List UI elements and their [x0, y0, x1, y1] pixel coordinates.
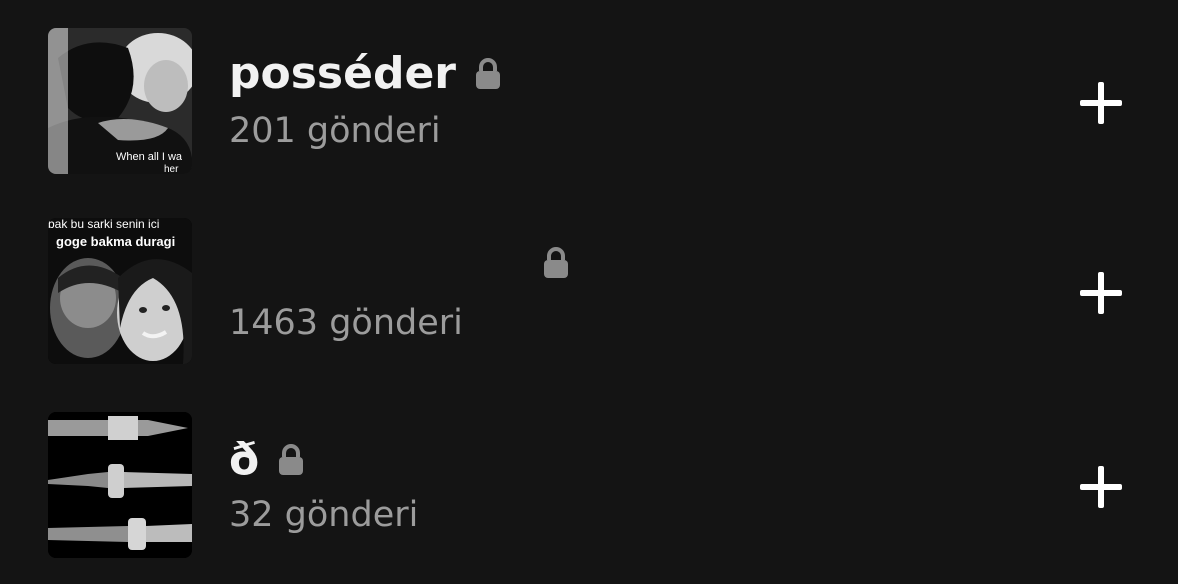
- add-button[interactable]: [1078, 464, 1124, 510]
- collection-thumbnail: [48, 412, 192, 558]
- collection-post-count: 32 gönderi: [229, 495, 419, 535]
- collection-thumbnail: bak bu sarki senin ici goge bakma duragi: [48, 218, 192, 364]
- lock-icon: [277, 443, 305, 477]
- collections-list: When all I wa her posséder 201 gönderi b…: [0, 0, 1178, 584]
- lock-icon: [542, 246, 570, 280]
- plus-icon: [1080, 466, 1122, 508]
- thumbnail-caption-2: her: [164, 164, 179, 174]
- thumbnail-caption: When all I wa: [116, 151, 183, 163]
- plus-icon: [1080, 82, 1122, 124]
- collection-title-line: posséder: [229, 52, 502, 96]
- thumbnail-caption-2: goge bakma duragi: [56, 234, 175, 249]
- thumbnail-caption: bak bu sarki senin ici: [48, 218, 159, 231]
- lock-icon: [474, 57, 502, 91]
- collection-thumbnail: When all I wa her: [48, 28, 192, 174]
- add-button[interactable]: [1078, 270, 1124, 316]
- collection-title-line: ð: [229, 438, 305, 482]
- collection-post-count: 201 gönderi: [229, 111, 441, 151]
- collection-title-line: [524, 246, 570, 280]
- collection-row[interactable]: When all I wa her posséder 201 gönderi: [0, 28, 1178, 178]
- collection-title: ð: [229, 434, 260, 485]
- collection-row[interactable]: bak bu sarki senin ici goge bakma duragi…: [0, 218, 1178, 368]
- collection-row[interactable]: ð 32 gönderi: [0, 412, 1178, 562]
- add-button[interactable]: [1078, 80, 1124, 126]
- plus-icon: [1080, 272, 1122, 314]
- collection-post-count: 1463 gönderi: [229, 303, 463, 343]
- collection-title: posséder: [229, 48, 456, 99]
